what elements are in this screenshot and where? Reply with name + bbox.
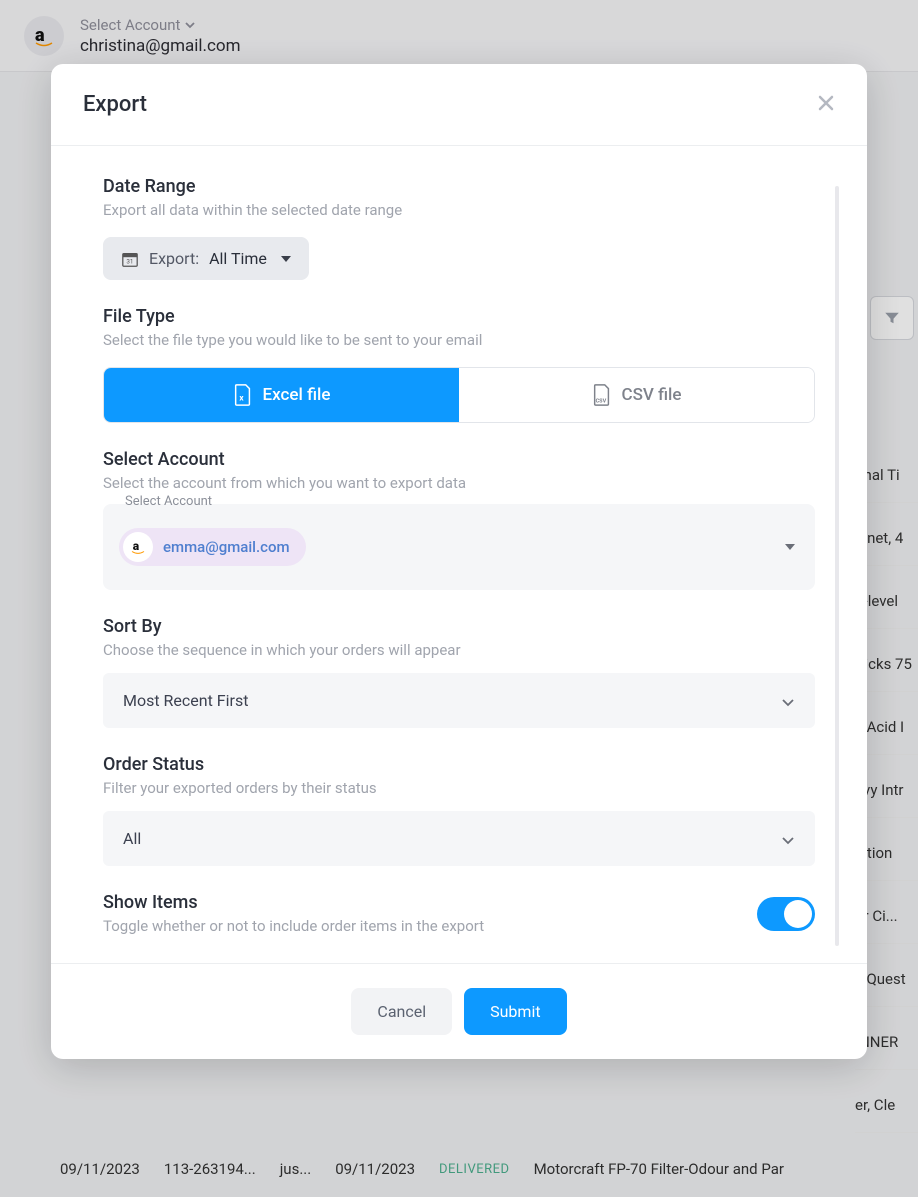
order-status-desc: Filter your exported orders by their sta… [103,779,815,797]
submit-button[interactable]: Submit [464,988,566,1035]
modal-title: Export [83,92,147,117]
svg-text:31: 31 [126,257,133,265]
modal-overlay: Export Date Range Export all data within… [0,0,918,1197]
show-items-section: Show Items Toggle whether or not to incl… [103,892,815,935]
select-account-section: Select Account Select the account from w… [103,449,815,590]
file-type-csv[interactable]: CSV CSV file [459,368,814,422]
account-chip[interactable]: a emma@gmail.com [119,528,306,566]
show-items-title: Show Items [103,892,484,913]
chevron-down-icon [781,832,795,846]
calendar-icon: 31 [121,250,139,268]
modal-header: Export [51,64,867,146]
modal-footer: Cancel Submit [51,963,867,1059]
date-range-section: Date Range Export all data within the se… [103,176,815,280]
sort-by-title: Sort By [103,616,815,637]
amazon-mini-logo: a [123,532,153,562]
caret-down-icon [281,256,291,262]
close-icon [817,94,835,112]
sort-by-section: Sort By Choose the sequence in which you… [103,616,815,728]
close-button[interactable] [817,93,835,117]
order-status-value: All [123,829,141,848]
order-status-section: Order Status Filter your exported orders… [103,754,815,866]
sort-by-select[interactable]: Most Recent First [103,673,815,728]
modal-body: Date Range Export all data within the se… [51,146,867,963]
order-status-select[interactable]: All [103,811,815,866]
order-status-title: Order Status [103,754,815,775]
select-account-title: Select Account [103,449,815,470]
date-range-value: All Time [209,249,267,268]
export-modal: Export Date Range Export all data within… [51,64,867,1059]
svg-text:x: x [239,394,244,404]
date-range-title: Date Range [103,176,815,197]
sort-by-desc: Choose the sequence in which your orders… [103,641,815,659]
scrollbar[interactable] [835,186,839,946]
csv-label: CSV file [622,385,682,405]
csv-file-icon: CSV [592,384,612,406]
account-chip-email: emma@gmail.com [163,538,290,556]
file-type-title: File Type [103,306,815,327]
show-items-toggle[interactable] [757,897,815,931]
file-type-excel[interactable]: x Excel file [104,368,459,422]
excel-file-icon: x [233,384,253,406]
date-range-desc: Export all data within the selected date… [103,201,815,219]
file-type-section: File Type Select the file type you would… [103,306,815,423]
cancel-button[interactable]: Cancel [351,988,452,1035]
account-float-label: Select Account [125,494,212,509]
dropdown-caret-icon [785,544,795,550]
svg-text:CSV: CSV [595,398,606,404]
date-range-prefix: Export: [149,249,199,268]
show-items-desc: Toggle whether or not to include order i… [103,917,484,935]
date-range-selector[interactable]: 31 Export: All Time [103,237,309,280]
excel-label: Excel file [263,385,331,405]
svg-text:a: a [133,539,140,553]
file-type-desc: Select the file type you would like to b… [103,331,815,349]
select-account-desc: Select the account from which you want t… [103,474,815,492]
chevron-down-icon [781,694,795,708]
sort-by-value: Most Recent First [123,691,248,710]
account-selector[interactable]: Select Account a emma@gmail.com [103,504,815,590]
